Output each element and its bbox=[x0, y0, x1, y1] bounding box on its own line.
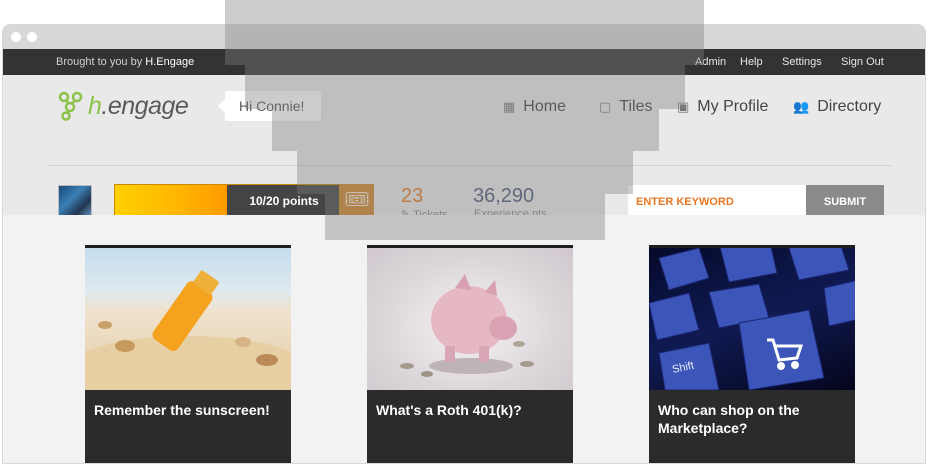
window-dot-icon[interactable] bbox=[11, 32, 21, 42]
submit-button[interactable]: SUBMIT bbox=[806, 185, 884, 219]
overlay-block bbox=[225, 0, 704, 65]
logo-text: h.engage bbox=[88, 91, 189, 120]
settings-link[interactable]: Settings bbox=[782, 56, 822, 68]
tiles-area: Remember the sunscreen! What's a Roth 40… bbox=[3, 215, 925, 463]
logo-molecule-icon bbox=[58, 91, 83, 121]
brought-to-you-text: Brought to you by H.Engage bbox=[56, 56, 195, 68]
overlay-block bbox=[325, 194, 605, 240]
avatar[interactable] bbox=[58, 185, 92, 219]
nav-directory[interactable]: 👥 Directory bbox=[793, 98, 881, 116]
help-link[interactable]: Help bbox=[740, 56, 763, 68]
tile-card[interactable]: Remember the sunscreen! bbox=[85, 245, 291, 463]
nav-my-profile[interactable]: ▣ My Profile bbox=[677, 98, 768, 116]
piggy-bank-image bbox=[367, 248, 573, 390]
sign-out-link[interactable]: Sign Out bbox=[841, 56, 884, 68]
progress-fill bbox=[115, 185, 227, 218]
window-dot-icon[interactable] bbox=[27, 32, 37, 42]
tile-title: Who can shop on the Marketplace? bbox=[658, 402, 800, 436]
nav-label: My Profile bbox=[697, 98, 769, 115]
tile-card[interactable]: What's a Roth 401(k)? bbox=[367, 245, 573, 463]
tile-card[interactable]: Shift Who can shop on the Marketplace? bbox=[649, 245, 855, 463]
tile-title: What's a Roth 401(k)? bbox=[376, 402, 522, 418]
tile-title: Remember the sunscreen! bbox=[94, 402, 270, 418]
keyboard-image: Shift bbox=[649, 248, 855, 390]
overlay-block bbox=[245, 65, 685, 109]
overlay-block bbox=[297, 151, 633, 194]
people-icon: 👥 bbox=[793, 99, 810, 114]
overlay-block bbox=[272, 109, 659, 151]
nav-label: Directory bbox=[817, 98, 882, 115]
search-input[interactable] bbox=[628, 185, 806, 219]
sunscreen-image bbox=[85, 248, 291, 390]
brand-name: H.Engage bbox=[145, 56, 195, 68]
logo[interactable]: h.engage bbox=[58, 91, 189, 121]
